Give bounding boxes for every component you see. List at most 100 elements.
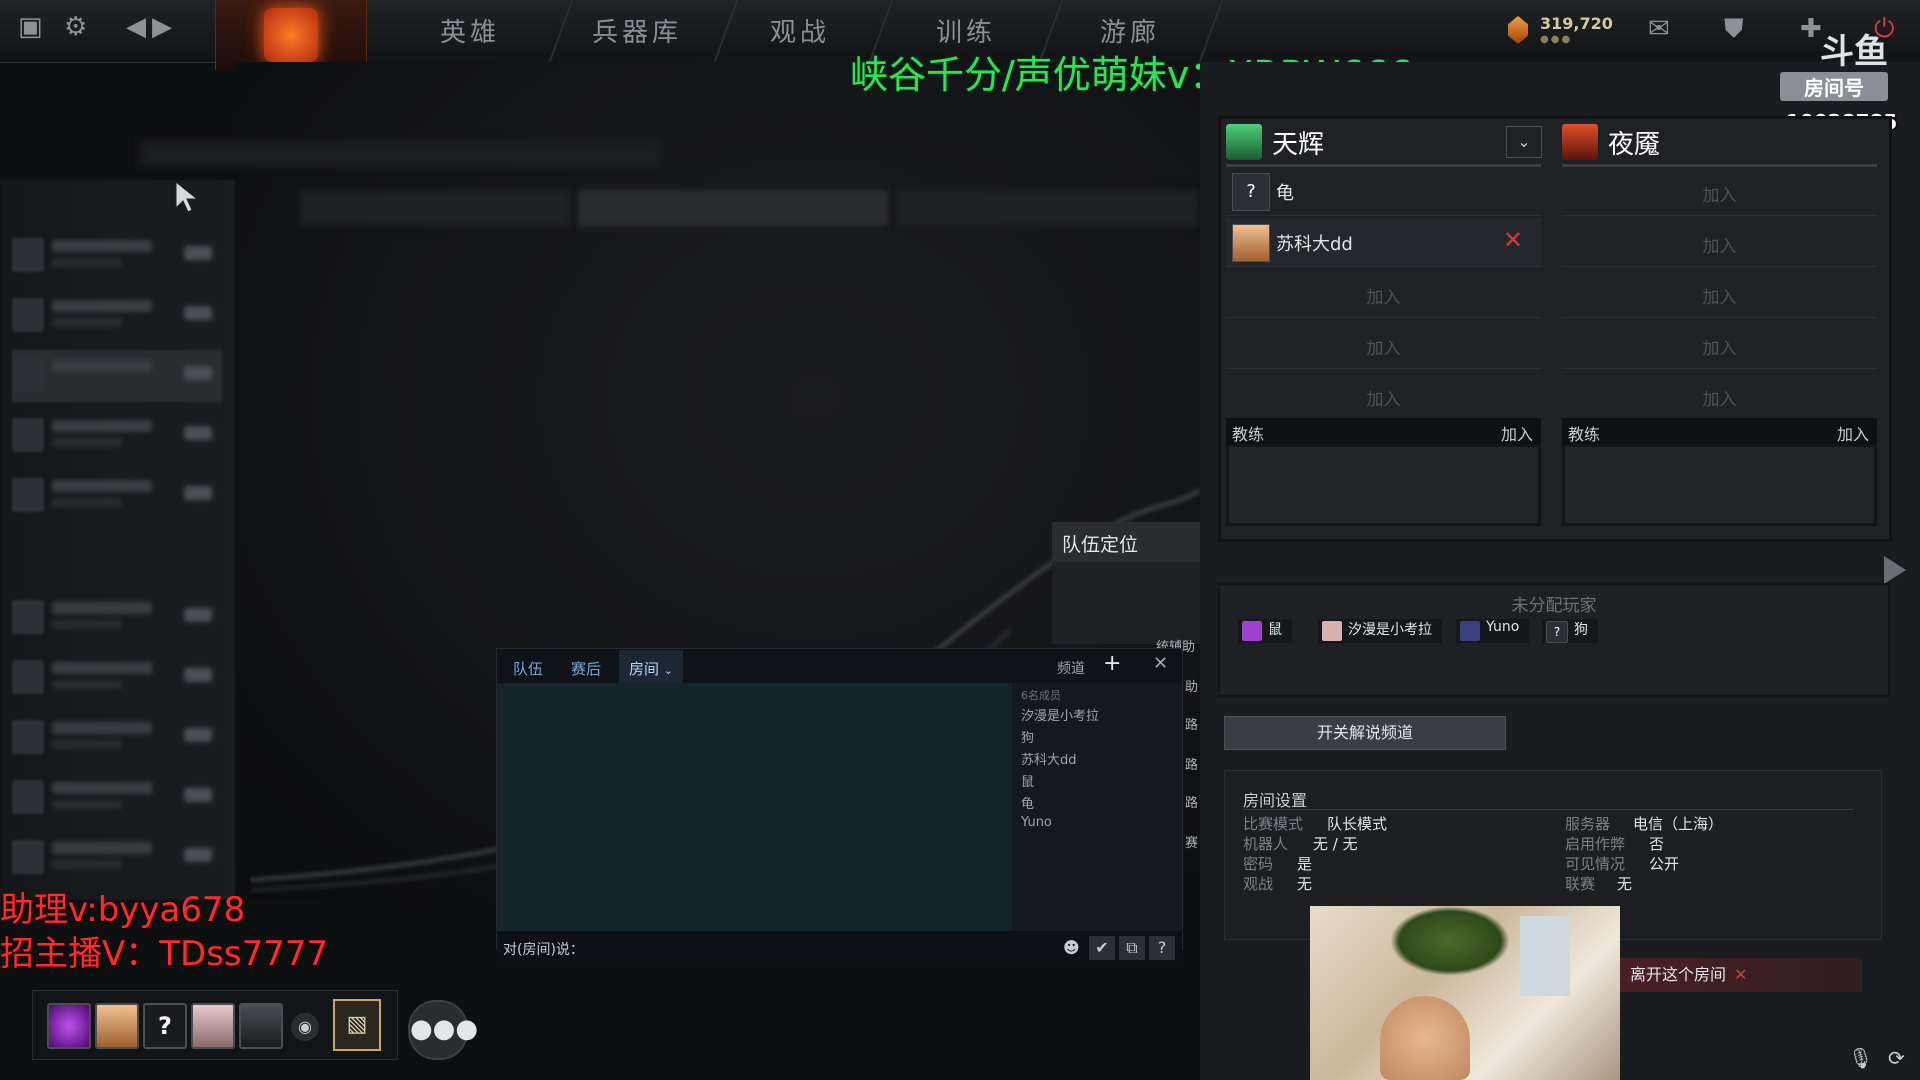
friend-row[interactable] (12, 410, 222, 462)
chat-tab-team[interactable]: 队伍 (513, 658, 543, 679)
dire-coach-slot[interactable] (1562, 444, 1877, 526)
friend-row[interactable] (12, 772, 222, 824)
player-name: 苏科大dd (1276, 234, 1353, 255)
friend-row[interactable] (12, 350, 222, 402)
member-item[interactable]: 狗 (1021, 727, 1034, 746)
add-channel-icon[interactable]: + (1103, 651, 1121, 676)
side-label: 赛 (1185, 836, 1199, 851)
dire-slot-4[interactable]: 加入 (1562, 320, 1877, 369)
chat-tab-lobby[interactable]: 房间 ⌄ (619, 650, 684, 687)
coach-label: 教练 (1568, 425, 1601, 444)
help-icon[interactable]: ? (1149, 936, 1175, 960)
party-member-avatar[interactable] (239, 1003, 283, 1049)
armory-icon[interactable]: ⛊ (1724, 14, 1744, 45)
nav-tab-armory[interactable]: 兵器库 (592, 12, 682, 49)
friend-row[interactable] (12, 712, 222, 764)
blurred-tab (898, 190, 1198, 226)
screenshot-icon[interactable]: ⧉ (1119, 936, 1145, 960)
douyu-room-logo: 斗鱼 房间号 (1780, 34, 1888, 108)
friend-row[interactable] (12, 652, 222, 704)
streamer-webcam (1310, 906, 1620, 1080)
forward-icon[interactable]: ▶ (152, 12, 172, 42)
member-item[interactable]: Yuno (1021, 815, 1052, 830)
member-item[interactable]: 汐漫是小考拉 (1021, 705, 1099, 724)
toggle-broadcast-channel-button[interactable]: 开关解说频道 (1224, 716, 1506, 750)
confirm-icon[interactable]: ✔ (1089, 936, 1115, 960)
coach-join-button[interactable]: 加入 (1837, 421, 1869, 445)
nav-tab-heroes[interactable]: 英雄 (440, 12, 500, 49)
dire-slot-2[interactable]: 加入 (1562, 218, 1877, 267)
unassigned-player[interactable]: 汐漫是小考拉 (1318, 619, 1442, 643)
setting-key: 可见情况 (1565, 855, 1626, 873)
setting-value: 无 / 无 (1313, 835, 1358, 853)
refresh-icon[interactable]: ⟳ (1888, 1046, 1905, 1070)
dire-coach-bar: 教练 加入 (1562, 418, 1877, 444)
dota-logo-button[interactable] (215, 0, 367, 70)
unassigned-player[interactable]: ? 狗 (1542, 619, 1598, 643)
player-avatar-icon (1242, 621, 1262, 641)
dire-slot-3[interactable]: 加入 (1562, 269, 1877, 318)
blurred-tab (300, 190, 570, 226)
unknown-avatar-icon[interactable]: ? (143, 1003, 187, 1049)
party-member-avatar[interactable] (47, 1003, 91, 1049)
dashboard-icon[interactable]: ▣ (18, 12, 43, 42)
dire-slot-1[interactable]: 加入 (1562, 167, 1877, 216)
team-dropdown-chevron-icon[interactable]: ⌄ (1506, 126, 1542, 158)
radiant-slot-3[interactable]: 加入 (1226, 269, 1541, 318)
player-name: 龟 (1276, 183, 1294, 204)
friend-row[interactable] (12, 470, 222, 522)
radiant-coach-bar: 教练 加入 (1226, 418, 1541, 444)
friend-row[interactable] (12, 290, 222, 342)
chat-tab-postgame[interactable]: 赛后 (571, 658, 601, 679)
radiant-slot-2[interactable]: 苏科大dd ✕ (1226, 218, 1541, 267)
unassigned-players-panel: 未分配玩家 鼠 汐漫是小考拉 Yuno ? 狗 (1218, 583, 1890, 697)
party-member-avatar[interactable] (191, 1003, 235, 1049)
setting-key: 服务器 (1565, 815, 1611, 833)
close-icon[interactable]: ✕ (1153, 653, 1168, 674)
radiant-slot-1[interactable]: ? 龟 (1226, 167, 1541, 216)
unassigned-player[interactable]: Yuno (1456, 619, 1530, 643)
friend-row[interactable] (12, 832, 222, 884)
shards-count[interactable]: 319,720 (1540, 14, 1613, 33)
radiant-slot-4[interactable]: 加入 (1226, 320, 1541, 369)
party-menu-icon[interactable]: ●●● (408, 1000, 478, 1060)
party-member-avatar[interactable] (95, 1003, 139, 1049)
member-item[interactable]: 龟 (1021, 793, 1034, 812)
join-slot-label: 加入 (1702, 186, 1737, 206)
dire-team-name: 夜魇 (1608, 130, 1661, 160)
expand-arrow-icon[interactable] (1884, 556, 1906, 584)
friend-row[interactable] (12, 230, 222, 282)
unassigned-title: 未分配玩家 (1511, 596, 1597, 616)
member-item[interactable]: 苏科大dd (1021, 749, 1077, 768)
nav-tab-watch[interactable]: 观战 (770, 12, 830, 49)
chat-input-bar[interactable]: 对(房间)说： ☻ ✔ ⧉ ? (497, 931, 1182, 965)
close-icon: ✕ (1734, 965, 1748, 984)
emoji-icon[interactable]: ☻ (1063, 938, 1080, 957)
member-item[interactable]: 鼠 (1021, 771, 1034, 790)
mic-icon[interactable]: 🎙 (1848, 1046, 1873, 1070)
member-count: 6名成员 (1021, 689, 1061, 702)
dire-slot-5[interactable]: 加入 (1562, 371, 1877, 420)
channel-label[interactable]: 频道 (1057, 658, 1085, 678)
radiant-slot-5[interactable]: 加入 (1226, 371, 1541, 420)
team-locator-header[interactable]: 队伍定位 (1052, 522, 1200, 562)
coach-join-button[interactable]: 加入 (1501, 421, 1533, 445)
chat-messages[interactable] (497, 683, 1012, 931)
settings-icon[interactable]: ⚙ (64, 12, 87, 42)
chat-window: 队伍 赛后 房间 ⌄ 频道 + ✕ 6名成员 汐漫是小考拉 狗 苏科大dd 鼠 … (496, 648, 1183, 965)
team-locator-body (1052, 562, 1200, 644)
side-label: 路 (1185, 796, 1199, 811)
mail-icon[interactable]: ✉ (1648, 14, 1670, 44)
rank-medal-icon[interactable]: ▧ (333, 999, 381, 1051)
unassigned-player[interactable]: 鼠 (1238, 619, 1292, 643)
radiant-coach-slot[interactable] (1226, 444, 1541, 526)
back-icon[interactable]: ◀ (126, 12, 146, 42)
friend-row[interactable] (12, 592, 222, 644)
setting-value: 队长模式 (1327, 815, 1388, 833)
setting-key: 观战 (1243, 875, 1274, 893)
unknown-avatar-icon: ? (1232, 173, 1270, 211)
headset-icon[interactable]: ◉ (291, 1013, 319, 1041)
kick-player-icon[interactable]: ✕ (1503, 226, 1523, 254)
blurred-breadcrumb (140, 140, 660, 166)
leave-lobby-button[interactable]: 离开这个房间 ✕ (1620, 958, 1862, 992)
